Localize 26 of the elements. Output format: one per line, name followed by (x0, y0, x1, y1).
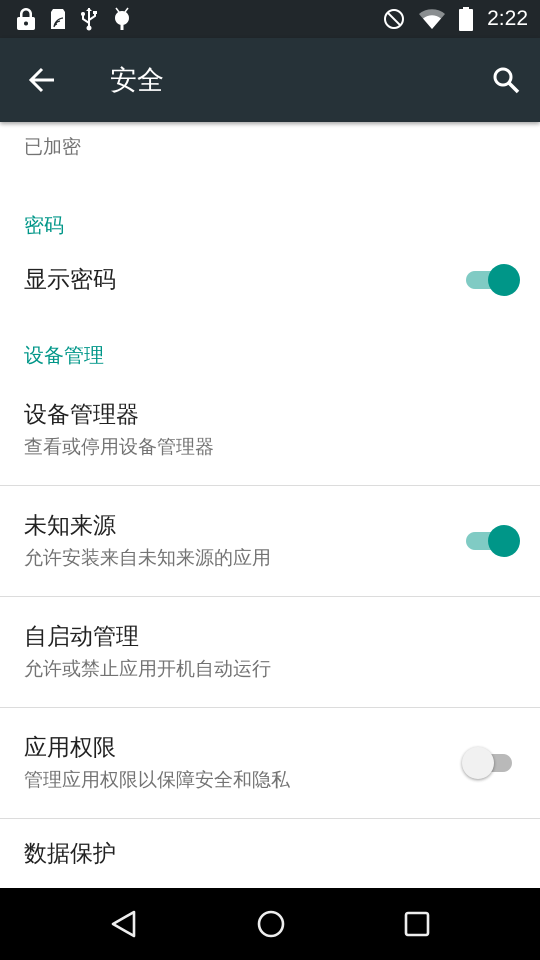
clock-time: 2:22 (487, 7, 528, 31)
setting-summary: 允许安装来自未知来源的应用 (24, 546, 272, 570)
setting-title: 应用权限 (24, 734, 117, 762)
do-not-disturb-icon (383, 8, 406, 30)
section-header: 设备管理 (24, 343, 104, 367)
robot-icon (112, 7, 132, 31)
setting-title: 设备管理器 (24, 400, 140, 428)
back-button[interactable] (28, 66, 56, 94)
usb-icon (80, 7, 98, 31)
setting-summary: 允许或禁止应用开机自动运行 (24, 656, 272, 682)
wifi-icon (419, 8, 446, 30)
setting-title: 未知来源 (24, 512, 117, 540)
back-nav-button[interactable] (110, 909, 138, 939)
setting-summary: 已加密 (24, 135, 81, 160)
screen-title: 安全 (110, 64, 165, 98)
lock-icon (16, 7, 36, 31)
nfc-tag-icon (50, 7, 66, 31)
setting-summary: 管理应用权限以保障安全和隐私 (24, 768, 291, 792)
setting-summary: 查看或停用设备管理器 (24, 434, 215, 460)
setting-title: 数据保护 (24, 840, 117, 868)
section-header: 密码 (24, 213, 64, 237)
home-button[interactable] (256, 910, 285, 938)
setting-title: 自启动管理 (24, 622, 140, 650)
recents-button[interactable] (404, 911, 430, 937)
setting-title: 显示密码 (24, 266, 117, 294)
battery-icon (459, 7, 474, 31)
